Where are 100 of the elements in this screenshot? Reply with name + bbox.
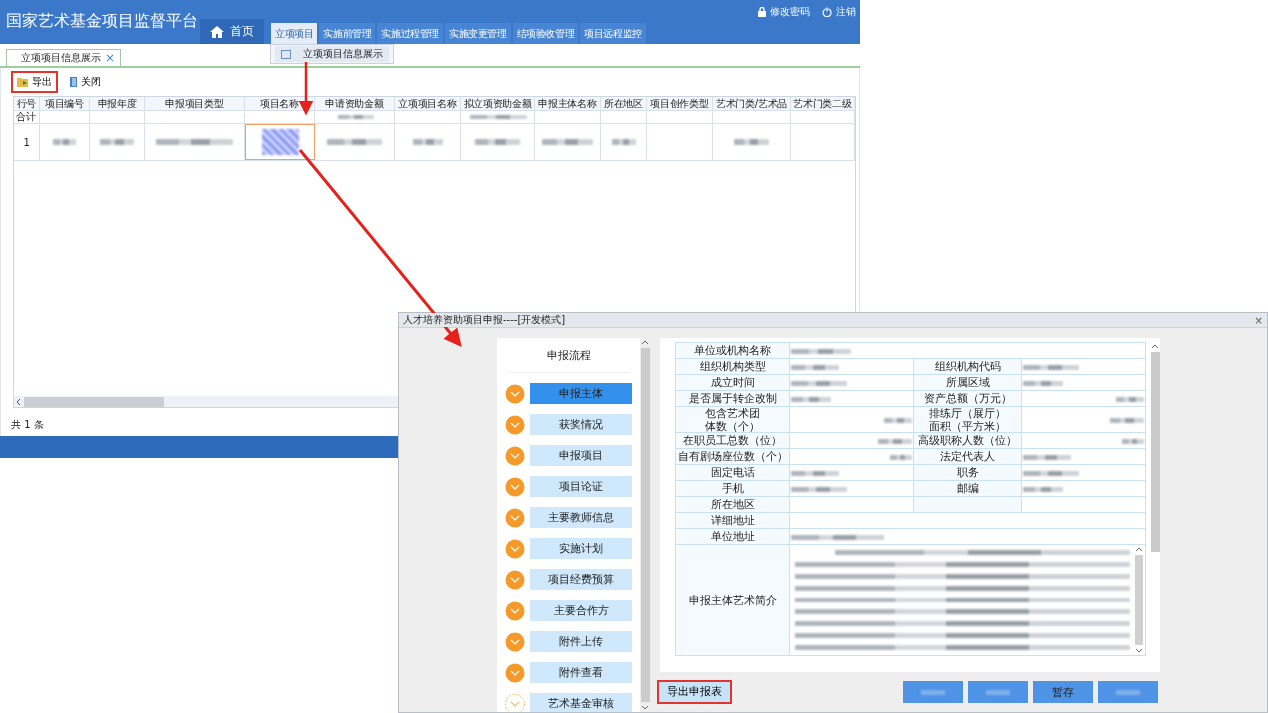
blurred-text — [791, 365, 839, 371]
column-header[interactable]: 所在地区 — [601, 97, 647, 110]
blurred-text — [1122, 439, 1144, 445]
blurred-text — [470, 115, 527, 119]
blurred-text — [1110, 418, 1144, 424]
field-label: 申报主体艺术简介 — [687, 593, 778, 607]
step-button[interactable]: 项目论证 — [530, 476, 632, 497]
action-button[interactable]: 暂存 — [1033, 681, 1093, 703]
field-label: 包含艺术团 — [704, 407, 761, 420]
page-tab-label: 立项项目信息展示 — [21, 51, 101, 65]
close-button[interactable]: 关闭 — [64, 71, 107, 93]
action-button[interactable] — [1098, 681, 1158, 703]
export-form-button[interactable]: 导出申报表 — [657, 680, 732, 704]
menu-item[interactable]: 立项项目信息展示 — [275, 46, 389, 62]
field-label: 所属区域 — [944, 376, 991, 389]
column-header[interactable]: 申报年度 — [90, 97, 145, 110]
folder-icon — [17, 77, 29, 87]
table-cell: 1 — [14, 124, 40, 160]
blurred-text — [1023, 381, 1063, 387]
step-button[interactable]: 实施计划 — [530, 538, 632, 559]
blurred-text — [100, 139, 134, 145]
blurred-text — [734, 139, 769, 145]
blurred-text — [327, 139, 382, 145]
document-icon — [281, 49, 291, 59]
home-tab[interactable]: 首页 — [200, 19, 264, 44]
step-button[interactable]: 附件查看 — [530, 662, 632, 683]
close-icon[interactable]: × — [105, 51, 116, 65]
field-label: 单位或机构名称 — [693, 344, 772, 357]
steps-title: 申报流程 — [508, 348, 629, 373]
nav-tab[interactable]: 实施过程管理 — [377, 23, 444, 44]
column-header[interactable]: 艺术门类/艺术品 — [713, 97, 791, 110]
nav-tab[interactable]: 实施变更管理 — [445, 23, 511, 44]
record-count: 共 1 条 — [11, 419, 44, 430]
column-header[interactable]: 艺术门类二级 — [791, 97, 855, 110]
field-label: 自有剧场座位数（个） — [677, 450, 788, 463]
field-label: 是否属于转企改制 — [687, 392, 778, 405]
action-button[interactable] — [903, 681, 963, 703]
action-button[interactable] — [968, 681, 1028, 703]
step-button[interactable]: 附件上传 — [530, 631, 632, 652]
column-header[interactable]: 行号 — [14, 97, 40, 110]
blurred-text — [542, 139, 593, 145]
blurred-text — [878, 439, 912, 445]
blurred-text — [475, 139, 520, 145]
field-label: 邮编 — [955, 482, 980, 495]
change-password-link[interactable]: 修改密码 — [758, 5, 810, 19]
field-label: 体数（个） — [704, 419, 761, 432]
field-label: 单位地址 — [709, 530, 756, 543]
export-button[interactable]: 导出 — [11, 71, 58, 93]
step-button[interactable]: 艺术基金审核 — [530, 693, 632, 712]
logout-link[interactable]: 注销 — [822, 5, 856, 19]
blurred-text — [884, 418, 912, 424]
dialog-title: 人才培养资助项目申报----[开发模式] — [403, 313, 566, 327]
blurred-text — [1116, 397, 1144, 403]
power-icon — [822, 7, 832, 17]
blurred-text — [611, 139, 636, 145]
step-button[interactable]: 项目经费预算 — [530, 569, 632, 590]
blurred-text — [1023, 471, 1079, 477]
blurred-text — [791, 471, 839, 477]
step-button[interactable]: 申报项目 — [530, 445, 632, 466]
page-tab[interactable]: 立项项目信息展示 × — [6, 49, 122, 66]
vertical-scrollbar[interactable] — [1134, 545, 1144, 655]
step-button[interactable]: 主要合作方 — [530, 600, 632, 621]
field-label: 成立时间 — [709, 376, 756, 389]
arrow — [298, 62, 314, 116]
step-button[interactable]: 获奖情况 — [530, 414, 632, 435]
door-icon — [70, 77, 78, 87]
column-header[interactable]: 项目创作类型 — [647, 97, 713, 110]
column-header[interactable]: 项目编号 — [40, 97, 90, 110]
step-button[interactable]: 主要教师信息 — [530, 507, 632, 528]
field-label: 详细地址 — [709, 514, 756, 527]
blurred-text — [890, 455, 912, 461]
field-label: 资产总额（万元） — [922, 392, 1013, 405]
close-icon[interactable]: × — [1254, 314, 1263, 326]
blurred-text — [1023, 365, 1079, 371]
table-cell: 合计 — [14, 111, 40, 123]
column-header[interactable]: 拟立项资助金额 — [461, 97, 535, 110]
nav-tab[interactable]: 结项验收管理 — [512, 23, 579, 44]
field-label: 所在地区 — [709, 498, 756, 511]
field-label: 面积（平方米） — [928, 419, 1007, 432]
home-icon — [210, 25, 224, 38]
blurred-text — [791, 487, 847, 493]
field-label: 手机 — [720, 482, 745, 495]
field-label: 职务 — [955, 466, 980, 479]
field-label: 固定电话 — [709, 466, 756, 479]
nav-tab[interactable]: 立项项目 — [271, 23, 318, 44]
step-button[interactable]: 申报主体 — [530, 383, 632, 404]
nav-tab[interactable]: 实施前管理 — [319, 23, 376, 44]
menu-item-label: 立项项目信息展示 — [303, 47, 383, 61]
column-header[interactable]: 申报项目类型 — [145, 97, 245, 110]
field-label: 组织机构代码 — [933, 360, 1002, 373]
blurred-text — [791, 397, 831, 403]
nav-tab[interactable]: 项目远程监控 — [580, 23, 646, 44]
blurred-text — [791, 381, 847, 387]
blurred-text — [53, 139, 76, 145]
lock-icon — [758, 7, 766, 17]
column-header[interactable]: 申请资助金额 — [315, 97, 395, 110]
column-header[interactable]: 申报主体名称 — [535, 97, 601, 110]
vertical-scrollbar[interactable] — [640, 338, 650, 712]
blurred-text — [791, 349, 851, 355]
column-header[interactable]: 立项项目名称 — [395, 97, 461, 110]
